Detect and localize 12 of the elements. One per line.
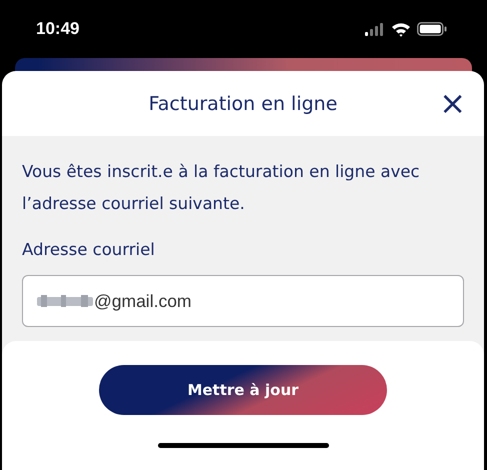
status-time: 10:49 [36, 19, 80, 39]
signal-icon [365, 22, 385, 36]
info-message: Vous êtes inscrit.e à la facturation en ligne avec l’adresse courriel suivante. [22, 161, 421, 215]
sheet-title: Facturation en ligne [148, 92, 338, 114]
wifi-icon [391, 22, 411, 36]
email-label: Adresse courriel [22, 240, 156, 259]
blurred-text-mark [37, 294, 93, 308]
update-button[interactable]: Mettre à jour [99, 365, 387, 415]
close-button[interactable]: × [435, 87, 470, 119]
email-value: @gmail.com [93, 290, 193, 312]
email-field[interactable]: @gmail.com [22, 275, 464, 327]
battery-icon [417, 22, 447, 36]
